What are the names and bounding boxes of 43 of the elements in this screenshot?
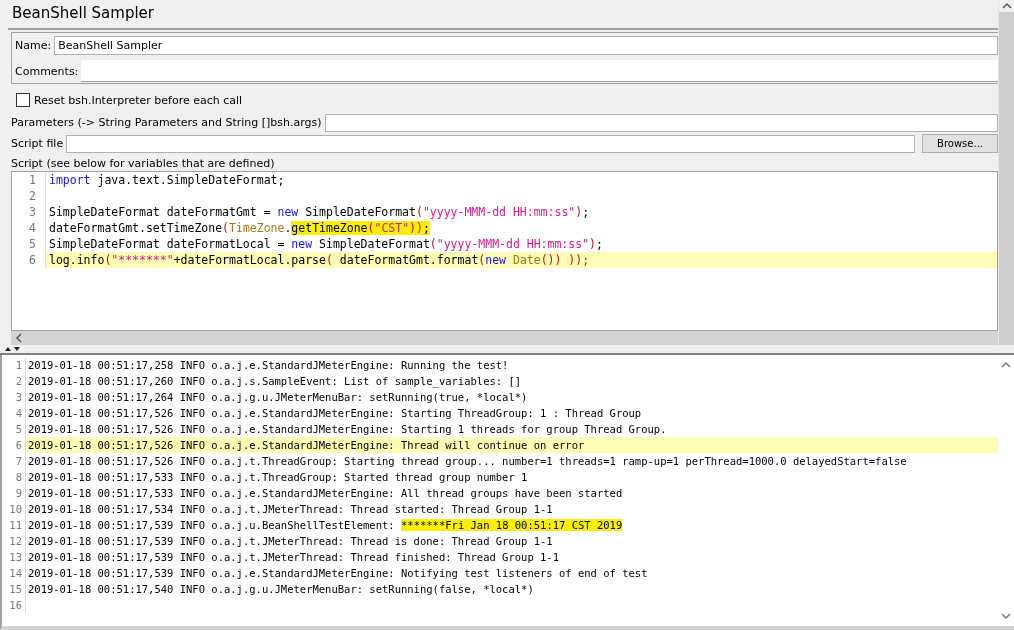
log-line: 2019-01-18 00:51:17,264 INFO o.a.j.g.u.JMeterMenuBar: setRunning(true, *local*) bbox=[27, 391, 528, 403]
log-line: 2019-01-18 00:51:17,533 INFO o.a.j.e.StandardJMeterEngine: All thread groups have been started bbox=[27, 487, 623, 499]
log-line: 2019-01-18 00:51:17,526 INFO o.a.j.e.StandardJMeterEngine: Starting ThreadGroup: 1 : Thread Group bbox=[27, 407, 642, 419]
log-line: 2019-01-18 00:51:17,533 INFO o.a.j.t.ThreadGroup: Started thread group number 1 bbox=[27, 471, 528, 483]
code-line: import java.text.SimpleDateFormat; bbox=[48, 172, 285, 188]
scroll-up-icon[interactable] bbox=[1001, 361, 1011, 369]
log-line: 2019-01-18 00:51:17,526 INFO o.a.j.e.StandardJMeterEngine: Thread will continue on error bbox=[27, 439, 585, 451]
reset-label: Reset bsh.Interpreter before each call bbox=[34, 93, 243, 107]
log-line: 2019-01-18 00:51:17,539 INFO o.a.j.t.JMeterThread: Thread finished: Thread Group 1-1 bbox=[27, 551, 559, 563]
script-editor[interactable] bbox=[11, 171, 998, 331]
browse-button[interactable]: Browse... bbox=[922, 134, 998, 153]
line-number: 6 bbox=[12, 252, 46, 268]
code-line: log.info("*******"+dateFormatLocal.parse( dateFormatGmt.format(new Date()) )); bbox=[48, 252, 590, 268]
log-line: 2019-01-18 00:51:17,260 INFO o.a.j.s.SampleEvent: List of sample_variables: [] bbox=[27, 375, 522, 387]
script-label: Script (see below for variables that are defined) bbox=[11, 157, 276, 170]
code-line: SimpleDateFormat dateFormatLocal = new SimpleDateFormat("yyyy-MMM-dd HH:mm:ss"); bbox=[48, 236, 603, 252]
vertical-scrollbar[interactable] bbox=[998, 0, 1014, 345]
line-number: 6 bbox=[2, 437, 26, 453]
name-label: Name: bbox=[14, 38, 53, 52]
log-line: 2019-01-18 00:51:17,526 INFO o.a.j.t.ThreadGroup: Starting thread group... number=1 threads=1 ramp-up=1 perThread=1000.0 delayedStart=false bbox=[27, 455, 907, 467]
log-line: 2019-01-18 00:51:17,526 INFO o.a.j.e.StandardJMeterEngine: Starting 1 threads for group Thread Group. bbox=[27, 423, 667, 435]
parameters-field[interactable] bbox=[324, 113, 998, 132]
parameters-label: Parameters (-> String Parameters and String []bsh.args) bbox=[11, 116, 322, 129]
script-file-field[interactable] bbox=[66, 134, 916, 153]
scroll-down-icon[interactable] bbox=[1001, 612, 1011, 620]
code-line: SimpleDateFormat dateFormatGmt = new SimpleDateFormat("yyyy-MMM-dd HH:mm:ss"); bbox=[48, 204, 590, 220]
log-line: 2019-01-18 00:51:17,539 INFO o.a.j.e.StandardJMeterEngine: Notifying test listeners of end of test bbox=[27, 567, 648, 579]
log-line: 2019-01-18 00:51:17,258 INFO o.a.j.e.StandardJMeterEngine: Running the test! bbox=[27, 359, 509, 371]
log-line: 2019-01-18 00:51:17,539 INFO o.a.j.t.JMeterThread: Thread is done: Thread Group 1-1 bbox=[27, 535, 553, 547]
horizontal-scrollbar[interactable] bbox=[11, 331, 998, 345]
comments-field[interactable] bbox=[81, 60, 998, 82]
log-line: 2019-01-18 00:51:17,539 INFO o.a.j.u.BeanShellTestElement: *******Fri Jan 18 00:51:17 CST 2019 bbox=[27, 519, 623, 531]
name-field[interactable]: BeanShell Sampler bbox=[54, 35, 998, 55]
log-line: 2019-01-18 00:51:17,534 INFO o.a.j.t.JMeterThread: Thread started: Thread Group 1-1 bbox=[27, 503, 553, 515]
log-line: 2019-01-18 00:51:17,540 INFO o.a.j.g.u.JMeterMenuBar: setRunning(false, *local*) bbox=[27, 583, 534, 595]
script-file-label: Script file bbox=[11, 137, 64, 150]
collapse-arrows-icon[interactable] bbox=[4, 346, 22, 352]
scroll-up-icon[interactable] bbox=[1001, 2, 1012, 10]
scroll-left-icon[interactable] bbox=[15, 333, 23, 343]
code-line: dateFormatGmt.setTimeZone(TimeZone.getTimeZone("CST")); bbox=[48, 220, 430, 236]
panel-title: BeanShell Sampler bbox=[8, 0, 998, 30]
reset-checkbox[interactable] bbox=[16, 93, 30, 107]
comments-label: Comments: bbox=[14, 64, 80, 78]
